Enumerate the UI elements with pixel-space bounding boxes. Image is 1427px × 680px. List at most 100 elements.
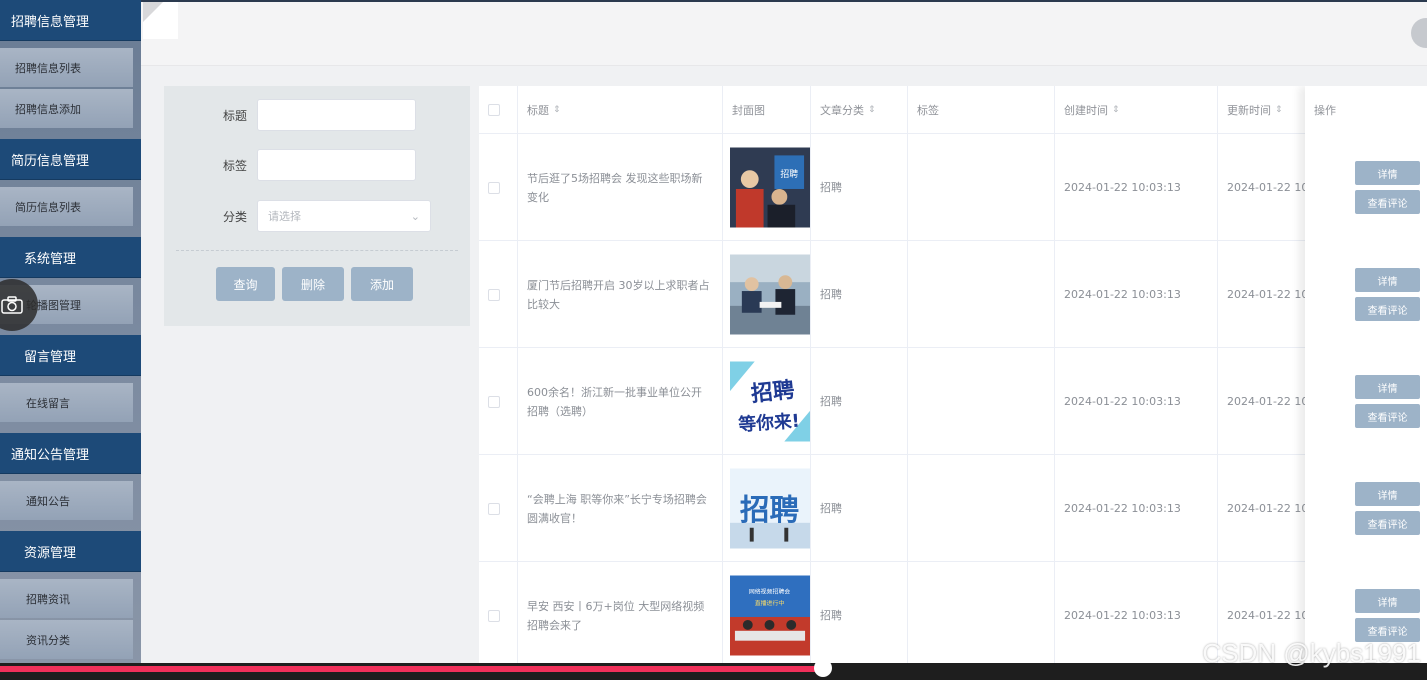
sidebar: 招聘信息管理 招聘信息列表 招聘信息添加 简历信息管理 简历信息列表 系统管理 … xyxy=(0,0,141,680)
view-comments-button[interactable]: 查看评论 xyxy=(1355,190,1420,214)
row-checkbox[interactable] xyxy=(488,395,500,408)
row-title: 600余名！浙江新一批事业单位公开招聘（选聘） xyxy=(518,348,723,455)
row-category: 招聘 xyxy=(811,455,908,562)
row-created: 2024-01-22 10:03:13 xyxy=(1055,241,1218,348)
cover-image: 网络视频招聘会 直播进行中 xyxy=(723,562,811,666)
svg-text:招聘: 招聘 xyxy=(780,168,798,180)
row-title: 厦门节后招聘开启 30岁以上求职者占比较大 xyxy=(518,241,723,348)
row-created: 2024-01-22 10:03:13 xyxy=(1055,348,1218,455)
delete-button[interactable]: 删除 xyxy=(282,267,344,301)
row-tag xyxy=(908,455,1055,562)
category-select[interactable]: 请选择 ⌄ xyxy=(257,200,431,232)
menu-item-notice[interactable]: 通知公告 xyxy=(0,481,133,520)
row-title: 节后逛了5场招聘会 发现这些职场新变化 xyxy=(518,134,723,241)
row-created: 2024-01-22 10:03:13 xyxy=(1055,455,1218,562)
detail-button[interactable]: 详情 xyxy=(1355,161,1420,185)
svg-text:网络视频招聘会: 网络视频招聘会 xyxy=(749,587,790,595)
sort-icon: ⇕ xyxy=(1275,105,1283,115)
row-checkbox[interactable] xyxy=(488,502,500,515)
row-category: 招聘 xyxy=(811,134,908,241)
row-checkbox[interactable] xyxy=(488,609,500,622)
row-created: 2024-01-22 10:03:13 xyxy=(1055,562,1218,666)
svg-text:招聘: 招聘 xyxy=(740,493,799,527)
menu-group-header[interactable]: 招聘信息管理 xyxy=(0,0,141,41)
svg-text:直播进行中: 直播进行中 xyxy=(755,599,785,607)
menu-group-messages: 留言管理 在线留言 xyxy=(0,335,141,433)
cover-image: 招聘 xyxy=(723,134,811,241)
menu-item-resume-list[interactable]: 简历信息列表 xyxy=(0,187,133,226)
col-updated[interactable]: 更新时间 ⇕ xyxy=(1218,86,1318,134)
operations-column: 操作 详情 查看评论 详情 查看评论 详情 查看评论 详情 查看评论 详情 查看评论 xyxy=(1305,86,1427,666)
menu-item-news[interactable]: 招聘资讯 xyxy=(0,579,133,618)
table-row: 600余名！浙江新一批事业单位公开招聘（选聘） 招聘 等你来! 招聘 2024-01-2… xyxy=(479,348,1427,455)
view-comments-button[interactable]: 查看评论 xyxy=(1355,404,1420,428)
view-comments-button[interactable]: 查看评论 xyxy=(1355,511,1420,535)
table-header: 标题 ⇕ 封面图 文章分类 ⇕ 标签 创建时间 ⇕ 更新时间 ⇕ xyxy=(479,86,1427,134)
divider xyxy=(176,250,458,251)
menu-group-header[interactable]: 留言管理 xyxy=(0,335,141,376)
watermark: CSDN @kybs1991 xyxy=(1202,638,1421,668)
menu-group-header[interactable]: 通知公告管理 xyxy=(0,433,141,474)
col-title[interactable]: 标题 ⇕ xyxy=(518,86,723,134)
row-checkbox[interactable] xyxy=(488,288,500,301)
svg-text:招聘: 招聘 xyxy=(750,378,796,407)
row-created: 2024-01-22 10:03:13 xyxy=(1055,134,1218,241)
row-category: 招聘 xyxy=(811,241,908,348)
detail-button[interactable]: 详情 xyxy=(1355,482,1420,506)
row-tag xyxy=(908,562,1055,666)
table-row: “会聘上海 职等你来”长宁专场招聘会圆满收官！ 招聘 招聘 2024-01-22 10… xyxy=(479,455,1427,562)
add-button[interactable]: 添加 xyxy=(351,267,413,301)
cover-image: 招聘 等你来! xyxy=(723,348,811,455)
row-tag xyxy=(908,134,1055,241)
select-all-checkbox[interactable] xyxy=(488,104,500,116)
sort-icon: ⇕ xyxy=(1112,105,1120,115)
collapse-toggle[interactable] xyxy=(143,2,178,39)
table-row: 厦门节后招聘开启 30岁以上求职者占比较大 招聘 2024-01-22 10:03:… xyxy=(479,241,1427,348)
detail-button[interactable]: 详情 xyxy=(1355,268,1420,292)
row-tag xyxy=(908,241,1055,348)
video-progress-knob[interactable] xyxy=(814,659,832,677)
sort-icon: ⇕ xyxy=(553,105,561,115)
col-cover: 封面图 xyxy=(723,86,811,134)
menu-item-online-message[interactable]: 在线留言 xyxy=(0,383,133,422)
row-category: 招聘 xyxy=(811,562,908,666)
menu-group-notice: 通知公告管理 通知公告 xyxy=(0,433,141,531)
tag-label: 标签 xyxy=(222,158,247,173)
category-label: 分类 xyxy=(222,209,247,224)
menu-item-recruitment-add[interactable]: 招聘信息添加 xyxy=(0,89,133,128)
menu-group-header[interactable]: 资源管理 xyxy=(0,531,141,572)
view-comments-button[interactable]: 查看评论 xyxy=(1355,297,1420,321)
query-button[interactable]: 查询 xyxy=(216,267,275,301)
menu-item-news-category[interactable]: 资讯分类 xyxy=(0,620,133,659)
data-table: 标题 ⇕ 封面图 文章分类 ⇕ 标签 创建时间 ⇕ 更新时间 ⇕ 节后逛了5场招聘会 发… xyxy=(479,86,1427,666)
col-tag: 标签 xyxy=(908,86,1055,134)
col-created[interactable]: 创建时间 ⇕ xyxy=(1055,86,1218,134)
cover-image: 招聘 xyxy=(723,455,811,562)
menu-group-recruitment: 招聘信息管理 招聘信息列表 招聘信息添加 xyxy=(0,0,141,139)
col-actions: 操作 xyxy=(1314,104,1336,117)
menu-group-header[interactable]: 简历信息管理 xyxy=(0,139,141,180)
title-input[interactable] xyxy=(257,99,416,131)
avatar[interactable] xyxy=(1411,18,1427,48)
menu-group-resume: 简历信息管理 简历信息列表 xyxy=(0,139,141,237)
row-checkbox[interactable] xyxy=(488,181,500,194)
menu-group-header[interactable]: 系统管理 xyxy=(0,237,141,278)
row-tag xyxy=(908,348,1055,455)
table-row: 节后逛了5场招聘会 发现这些职场新变化 招聘 招聘 2024-01-22 10:03:… xyxy=(479,134,1427,241)
video-progress-fill xyxy=(0,666,823,672)
tag-input[interactable] xyxy=(257,149,416,181)
col-category[interactable]: 文章分类 ⇕ xyxy=(811,86,908,134)
detail-button[interactable]: 详情 xyxy=(1355,375,1420,399)
category-placeholder: 请选择 xyxy=(268,210,301,223)
search-panel: 标题 标签 分类 请选择 ⌄ 查询 删除 添加 xyxy=(164,86,470,326)
cover-image xyxy=(723,241,811,348)
row-title: “会聘上海 职等你来”长宁专场招聘会圆满收官！ xyxy=(518,455,723,562)
row-category: 招聘 xyxy=(811,348,908,455)
detail-button[interactable]: 详情 xyxy=(1355,589,1420,613)
menu-item-recruitment-list[interactable]: 招聘信息列表 xyxy=(0,48,133,87)
chevron-down-icon: ⌄ xyxy=(410,210,420,223)
title-label: 标题 xyxy=(222,108,247,123)
row-title: 早安 西安丨6万+岗位 大型网络视频招聘会来了 xyxy=(518,562,723,666)
top-bar xyxy=(141,0,1427,66)
sort-icon: ⇕ xyxy=(868,105,876,115)
